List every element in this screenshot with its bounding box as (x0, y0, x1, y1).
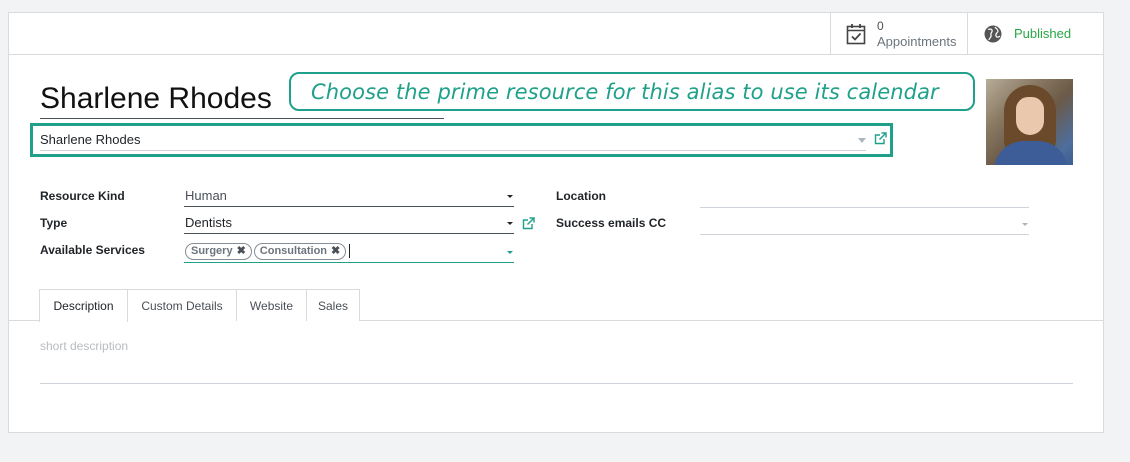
success-emails-cc-input[interactable] (700, 215, 1029, 235)
appointments-button[interactable]: 0 Appointments (830, 13, 967, 54)
external-link-icon[interactable] (874, 132, 887, 145)
tooltip-bubble: Choose the prime resource for this alias… (289, 72, 975, 111)
appointments-label: Appointments (877, 33, 957, 49)
success-emails-cc-dropdown-icon (1022, 223, 1028, 226)
available-services-input[interactable]: Surgery ✖ Consultation ✖ (184, 241, 514, 263)
tab-sales[interactable]: Sales (307, 289, 360, 321)
calendar-check-icon (845, 23, 867, 45)
available-services-dropdown-icon (507, 251, 513, 254)
tab-description[interactable]: Description (39, 289, 128, 322)
resource-input[interactable]: Sharlene Rhodes (40, 131, 866, 151)
type-dropdown-icon (507, 222, 513, 225)
resource-dropdown-icon[interactable] (858, 138, 866, 143)
type-value: Dentists (185, 215, 232, 230)
published-label: Published (1014, 26, 1072, 41)
published-button[interactable]: Published (967, 13, 1104, 54)
tag-consultation: Consultation ✖ (253, 242, 347, 260)
resource-kind-value: Human (185, 188, 227, 203)
type-external-link-icon[interactable] (522, 217, 535, 230)
tab-website[interactable]: Website (237, 289, 307, 321)
type-label: Type (40, 216, 68, 230)
appointments-count: 0 (877, 18, 884, 33)
location-input[interactable] (700, 188, 1029, 208)
success-emails-cc-label: Success emails CC (556, 216, 667, 230)
resource-kind-label: Resource Kind (40, 189, 125, 203)
resource-kind-dropdown-icon (507, 195, 513, 198)
tag-label: Surgery (191, 245, 233, 257)
button-box: 0 Appointments Published (9, 13, 1103, 55)
resource-highlight: Sharlene Rhodes (30, 123, 893, 157)
short-description-field[interactable]: short description (40, 339, 1073, 384)
available-services-label: Available Services (40, 243, 145, 257)
type-select[interactable]: Dentists (184, 214, 514, 234)
location-label: Location (556, 189, 606, 203)
resource-kind-select[interactable]: Human (184, 187, 514, 207)
remove-tag-icon[interactable]: ✖ (331, 242, 340, 260)
avatar[interactable] (986, 79, 1073, 165)
tooltip-text: Choose the prime resource for this alias… (311, 79, 939, 104)
form-sheet: 0 Appointments Published Sharlene Rhodes… (8, 12, 1104, 433)
globe-icon (982, 23, 1004, 45)
tag-surgery: Surgery ✖ (185, 242, 252, 260)
text-cursor (349, 243, 351, 258)
remove-tag-icon[interactable]: ✖ (237, 242, 246, 260)
tag-label: Consultation (259, 245, 328, 257)
tab-custom-details[interactable]: Custom Details (128, 289, 237, 321)
